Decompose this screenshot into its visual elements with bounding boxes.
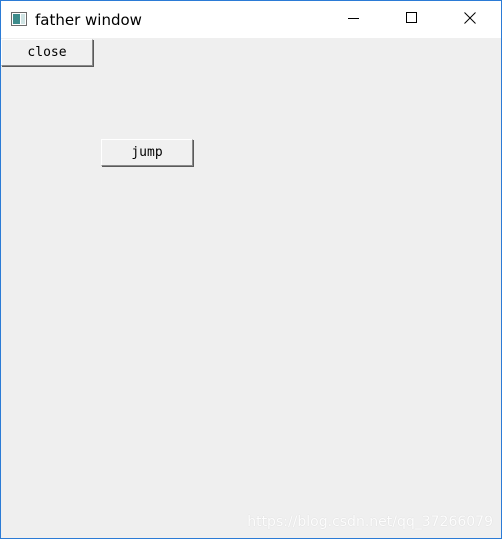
minimize-icon [348, 11, 360, 29]
window-close-button[interactable] [447, 1, 493, 38]
window-title: father window [35, 11, 142, 29]
maximize-button[interactable] [389, 1, 435, 38]
client-area: close jump https://blog.csdn.net/qq_3726… [1, 38, 501, 538]
maximize-icon [406, 11, 418, 29]
jump-button[interactable]: jump [101, 139, 193, 166]
app-window-icon [11, 12, 27, 26]
close-button[interactable]: close [1, 39, 93, 66]
watermark-text: https://blog.csdn.net/qq_37266079 [247, 514, 493, 530]
minimize-button[interactable] [331, 1, 377, 38]
title-bar[interactable]: father window [1, 1, 501, 38]
father-window: father window close jump https://blog.cs… [0, 0, 502, 539]
close-icon [464, 11, 476, 29]
